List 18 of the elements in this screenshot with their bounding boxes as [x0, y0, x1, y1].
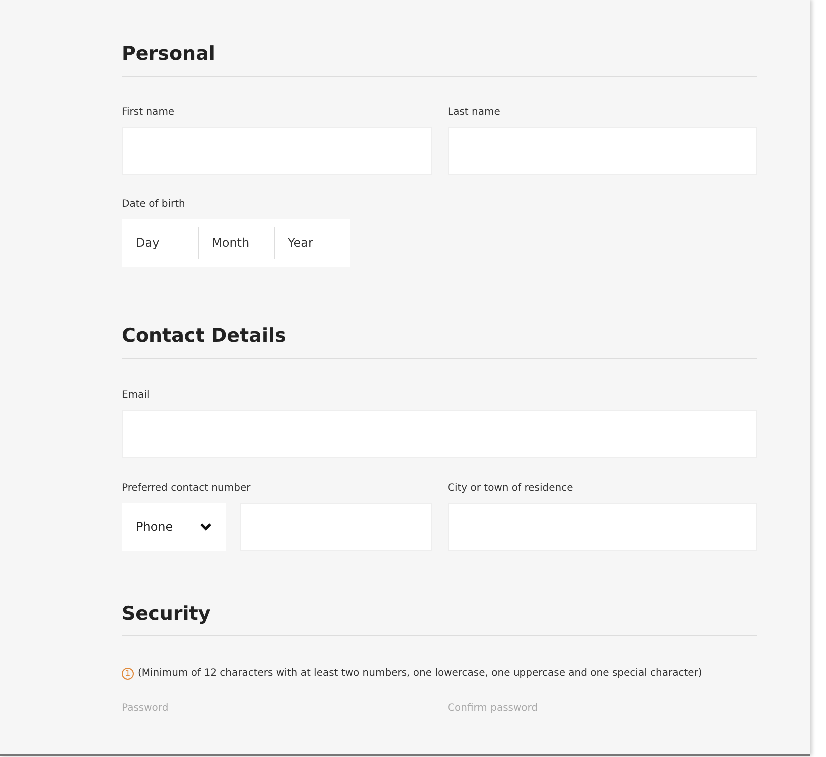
- field-label: First name: [122, 106, 176, 120]
- field-label: Date of birth: [122, 198, 186, 212]
- info-icon: 1: [122, 668, 134, 680]
- phone-type-select[interactable]: Phone: [122, 502, 226, 551]
- field-label: Preferred contact number: [122, 482, 252, 496]
- field-label: Email: [122, 388, 151, 403]
- date-part-input[interactable]: Month: [198, 218, 274, 267]
- section-heading: Contact Details: [122, 324, 757, 359]
- section-heading: Personal: [122, 43, 757, 77]
- field-label: City or town of residence: [448, 482, 574, 496]
- field-label: Confirm password: [448, 702, 538, 716]
- chevron-down-icon: [200, 522, 212, 531]
- password-hint: (Minimum of 12 characters with at least two numbers, one lowercase, one uppercase and one special character): [138, 667, 702, 682]
- date-part-input[interactable]: Day: [122, 218, 198, 267]
- field-label: Password: [122, 702, 170, 716]
- field-label: Last name: [448, 106, 502, 120]
- section-heading: Security: [122, 602, 757, 636]
- date-part-input[interactable]: Year: [274, 218, 350, 267]
